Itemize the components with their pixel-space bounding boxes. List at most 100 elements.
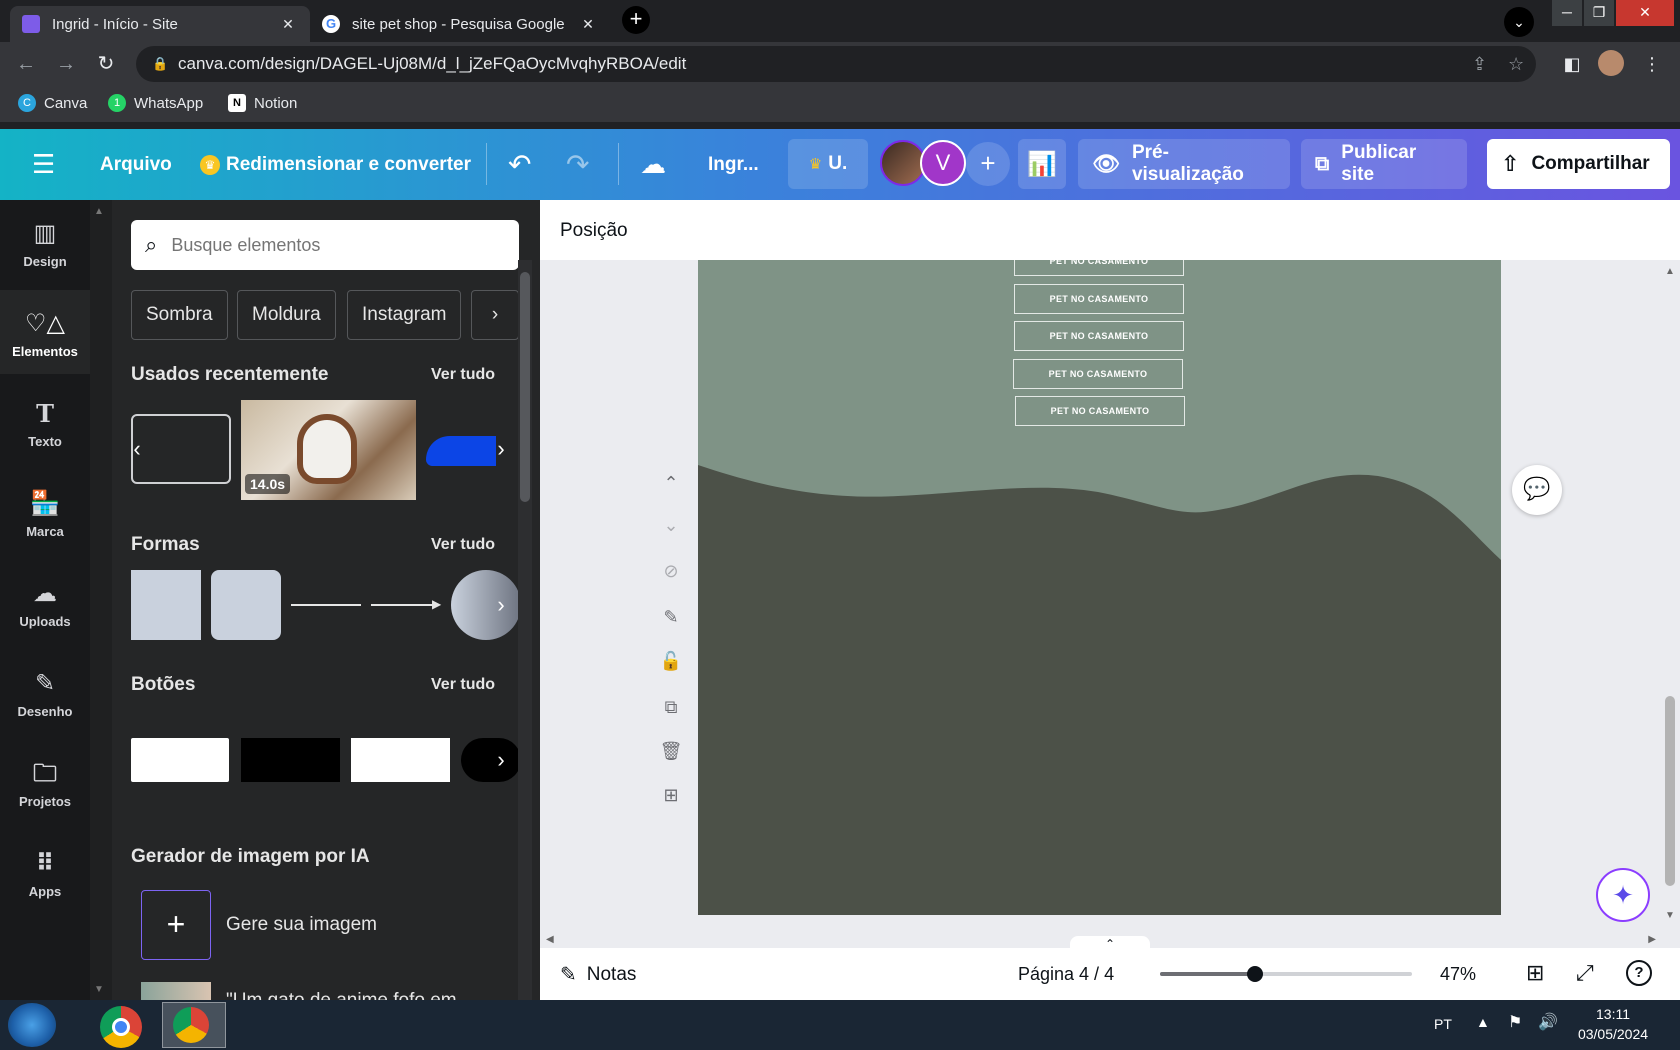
chrome-menu-icon[interactable]: ⋮ <box>1638 50 1666 78</box>
ai-sample-thumbnail[interactable] <box>141 982 211 1000</box>
tab-google-search[interactable]: G site pet shop - Pesquisa Google ✕ <box>310 6 610 42</box>
file-menu-button[interactable]: Arquivo <box>100 129 172 200</box>
rounded-square-shape[interactable] <box>211 570 281 640</box>
bookmark-canva[interactable]: C Canva <box>18 94 87 112</box>
ai-generate-plus-button[interactable]: + <box>141 890 211 960</box>
panel-scrollbar[interactable] <box>518 260 532 1000</box>
dark-wave-shape[interactable] <box>698 465 1501 915</box>
side-panel-icon[interactable]: ◧ <box>1558 50 1586 78</box>
tab-search-chevron-icon[interactable]: ⌄ <box>1504 7 1534 37</box>
help-icon[interactable]: ? <box>1626 960 1652 986</box>
pet-button-1[interactable]: PET NO CASAMENTO <box>1014 284 1184 314</box>
page-indicator[interactable]: Página 4 / 4 <box>1018 964 1114 985</box>
panel-scrollbar-thumb[interactable] <box>520 272 530 502</box>
back-arrow-icon[interactable]: ← <box>12 50 40 78</box>
tab-ingrid-site[interactable]: Ingrid - Início - Site ✕ <box>10 6 310 42</box>
rail-item-elementos[interactable]: ♡△ Elementos <box>0 290 90 374</box>
delete-page-icon[interactable]: 🗑 <box>658 738 684 764</box>
add-comment-icon[interactable]: 💬 <box>1512 465 1562 515</box>
scroll-up-arrow-icon[interactable]: ▲ <box>1665 266 1675 277</box>
recent-see-all-link[interactable]: Ver tudo <box>431 366 495 384</box>
zoom-slider[interactable] <box>1160 966 1412 982</box>
recent-prev-arrow-icon[interactable]: ‹ <box>122 429 152 469</box>
url-input[interactable]: 🔒 canva.com/design/DAGEL-Uj08M/d_l_jZeFQ… <box>136 46 1536 82</box>
notes-button[interactable]: ✎ Notas <box>560 962 636 987</box>
rail-item-apps[interactable]: ⠿ Apps <box>0 830 90 914</box>
restore-window-icon[interactable]: ❐ <box>1584 0 1614 26</box>
zoom-percentage[interactable]: 47% <box>1440 964 1476 985</box>
redo-icon[interactable]: ↷ <box>566 129 589 200</box>
white-button-element[interactable] <box>131 738 229 782</box>
buttons-next-arrow-icon[interactable]: › <box>486 740 516 780</box>
black-button-element[interactable] <box>241 738 340 782</box>
profile-avatar[interactable] <box>1598 50 1626 76</box>
pet-button-4[interactable]: PET NO CASAMENTO <box>1015 396 1185 426</box>
rail-item-projetos[interactable]: 🗀 Projetos <box>0 740 90 824</box>
share-button[interactable]: ⇧ Compartilhar <box>1487 139 1670 189</box>
move-page-up-icon[interactable]: ⌃ <box>658 470 684 496</box>
preview-button[interactable]: 👁 Pré-visualização <box>1078 139 1290 189</box>
volume-icon[interactable]: 🔊 <box>1538 1012 1558 1032</box>
fullscreen-icon[interactable]: ⤢ <box>1576 960 1594 986</box>
bookmark-star-icon[interactable]: ☆ <box>1508 46 1524 82</box>
rail-item-uploads[interactable]: ☁ Uploads <box>0 560 90 644</box>
search-input[interactable] <box>171 234 492 256</box>
buttons-see-all-link[interactable]: Ver tudo <box>431 676 495 694</box>
scroll-up-arrow-icon[interactable]: ▲ <box>94 206 104 217</box>
move-page-down-icon[interactable]: ⌄ <box>658 512 684 538</box>
menu-hamburger-icon[interactable]: ☰ <box>32 129 55 200</box>
white-rect-button-element[interactable] <box>351 738 450 782</box>
vertical-scrollbar[interactable]: ▲ ▼ <box>1662 262 1678 922</box>
chrome-active-window-button[interactable] <box>162 1002 226 1048</box>
analytics-chart-icon[interactable]: 📊 <box>1018 139 1066 189</box>
add-page-icon[interactable]: ⊞ <box>658 782 684 808</box>
pet-button-0[interactable]: PET NO CASAMENTO <box>1014 260 1184 276</box>
vertical-scrollbar-thumb[interactable] <box>1665 696 1675 886</box>
shapes-see-all-link[interactable]: Ver tudo <box>431 536 495 554</box>
magic-assistant-sparkle-icon[interactable]: ✦ <box>1596 868 1650 922</box>
shapes-next-arrow-icon[interactable]: › <box>486 585 516 625</box>
publish-site-button[interactable]: ⧉ Publicar site <box>1301 139 1467 189</box>
page-notes-icon[interactable]: ✎ <box>658 604 684 630</box>
undo-icon[interactable]: ↶ <box>508 129 531 200</box>
bookmark-whatsapp[interactable]: 1 WhatsApp <box>108 94 203 112</box>
ai-generate-label[interactable]: Gere sua imagem <box>226 914 377 936</box>
bookmark-notion[interactable]: N Notion <box>228 94 297 112</box>
rail-item-design[interactable]: ▥ Design <box>0 200 90 284</box>
chip-next-arrow-icon[interactable]: › <box>471 290 519 340</box>
grid-view-icon[interactable]: ⊞ <box>1526 960 1544 986</box>
close-tab-icon[interactable]: ✕ <box>278 16 298 33</box>
resize-button[interactable]: ♛ Redimensionar e converter <box>200 129 471 200</box>
document-title[interactable]: Ingr... <box>708 129 759 200</box>
recent-next-arrow-icon[interactable]: › <box>486 429 516 469</box>
new-tab-button[interactable]: + <box>622 6 650 34</box>
show-hidden-icons-icon[interactable]: ▲ <box>1476 1014 1490 1030</box>
scroll-left-arrow-icon[interactable]: ◀ <box>546 934 554 945</box>
add-collaborator-button[interactable]: + <box>966 142 1010 186</box>
pet-button-2[interactable]: PET NO CASAMENTO <box>1014 321 1184 351</box>
taskbar-clock[interactable]: 13:11 03/05/2024 <box>1568 1006 1658 1042</box>
scroll-down-arrow-icon[interactable]: ▼ <box>1665 910 1675 921</box>
rail-item-texto[interactable]: T Texto <box>0 380 90 464</box>
minimize-window-icon[interactable]: ─ <box>1552 0 1582 26</box>
recent-dog-video-thumbnail[interactable]: 14.0s <box>241 400 416 500</box>
rail-item-marca[interactable]: 🏪 Marca <box>0 470 90 554</box>
reload-icon[interactable]: ↻ <box>92 50 120 78</box>
pet-button-3[interactable]: PET NO CASAMENTO <box>1013 359 1183 389</box>
cloud-saved-icon[interactable]: ☁ <box>640 129 666 200</box>
action-center-flag-icon[interactable]: ⚑ <box>1508 1012 1522 1032</box>
square-shape[interactable] <box>131 570 201 640</box>
arrow-line-shape[interactable] <box>371 604 439 606</box>
position-button[interactable]: Posição <box>560 220 628 242</box>
chip-moldura[interactable]: Moldura <box>237 290 336 340</box>
ai-sample-prompt[interactable]: "Um gato de anime fofo em <box>226 990 457 1000</box>
upgrade-button[interactable]: ♛ U. <box>788 139 868 189</box>
share-page-icon[interactable]: ⇪ <box>1472 46 1487 82</box>
forward-arrow-icon[interactable]: → <box>52 50 80 78</box>
collaborator-avatar-letter[interactable]: V <box>920 140 966 186</box>
language-indicator[interactable]: PT <box>1434 1016 1452 1032</box>
chip-instagram[interactable]: Instagram <box>347 290 462 340</box>
unlock-page-icon[interactable]: 🔓 <box>658 648 684 674</box>
design-page[interactable]: PET NO CASAMENTO PET NO CASAMENTO PET NO… <box>698 260 1501 915</box>
hide-page-icon[interactable]: ⊘ <box>658 558 684 584</box>
